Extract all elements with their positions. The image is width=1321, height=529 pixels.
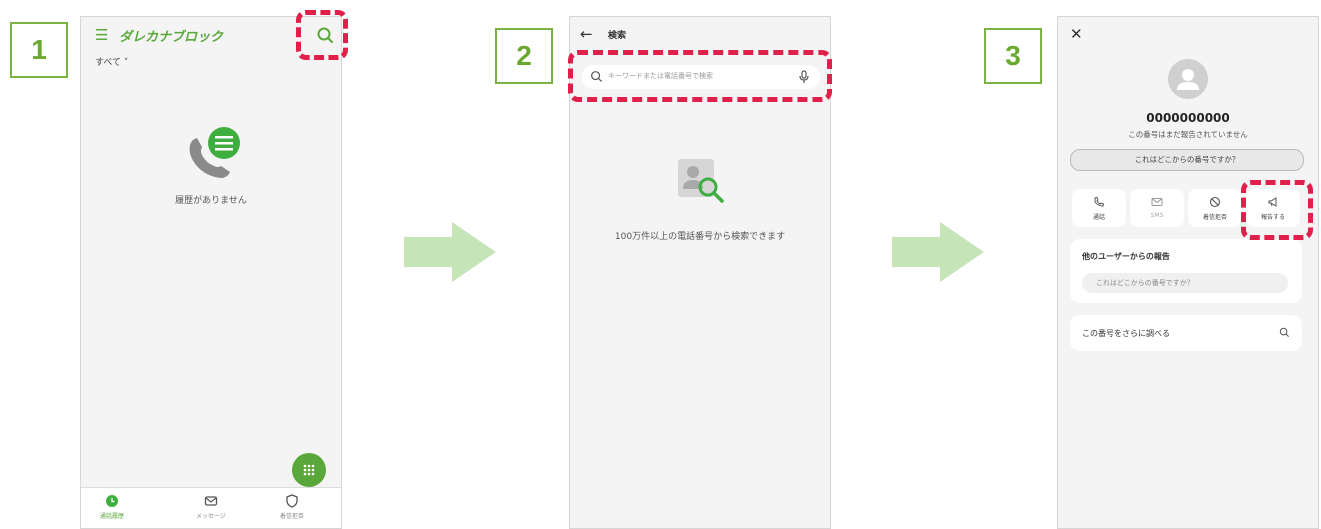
sms-action[interactable]: SMS	[1130, 189, 1184, 227]
block-label: 着信拒否	[1202, 214, 1227, 221]
highlight-search-bar	[568, 50, 832, 102]
back-arrow-icon[interactable]: ←	[580, 25, 593, 43]
screen-number-detail: ✕ 0000000000 この番号はまだ報告されていません これはどこからの番号…	[1057, 16, 1319, 529]
mail-icon	[1151, 198, 1163, 206]
step-number-2: 2	[495, 28, 553, 84]
report-status: この番号はまだ報告されていません	[1128, 130, 1248, 139]
step-number-3: 3	[984, 28, 1042, 84]
nav-label-block: 着信拒否	[279, 513, 304, 520]
other-reports-card: 他のユーザーからの報告 これはどこからの番号ですか？	[1070, 239, 1302, 303]
block-icon	[1209, 196, 1221, 208]
page-title: 検索	[608, 31, 627, 41]
highlight-search-button	[296, 10, 348, 60]
sms-label: SMS	[1150, 212, 1164, 219]
step-number-1: 1	[10, 22, 68, 78]
nav-item-block[interactable]: 着信拒否	[262, 494, 322, 520]
lookup-card[interactable]: この番号をさらに調べる	[1070, 315, 1302, 351]
app-brand: ダレカナブロック	[119, 30, 224, 45]
close-icon[interactable]: ✕	[1070, 25, 1083, 43]
contact-search-icon	[678, 159, 724, 203]
arrow-right-icon	[404, 222, 496, 282]
where-from-button[interactable]: これはどこからの番号ですか？	[1070, 149, 1304, 171]
phone-number: 0000000000	[1146, 111, 1230, 125]
empty-history-text: 履歴がありません	[175, 196, 247, 206]
other-reports-input[interactable]: これはどこからの番号ですか？	[1082, 273, 1288, 293]
highlight-report-button	[1241, 180, 1313, 240]
bottom-navigation: 通話履歴 メッセージ 着信拒否	[81, 487, 341, 528]
search-icon	[1279, 327, 1289, 337]
screen-call-history: ☰ ダレカナブロック すべて ˅ 履歴がありません 通話履歴 メッセージ 着信拒…	[80, 16, 342, 529]
nav-item-call-history[interactable]: 通話履歴	[82, 494, 142, 520]
block-action[interactable]: 着信拒否	[1188, 189, 1242, 227]
phone-icon	[1094, 196, 1105, 207]
other-reports-title: 他のユーザーからの報告	[1082, 252, 1170, 261]
search-description: 100万件以上の電話番号から検索できます	[614, 232, 786, 242]
lookup-label: この番号をさらに調べる	[1082, 329, 1170, 338]
filter-dropdown[interactable]: すべて ˅	[95, 55, 128, 68]
arrow-right-icon	[892, 222, 984, 282]
nav-item-messages[interactable]: メッセージ	[181, 494, 241, 520]
call-label: 通話	[1092, 214, 1105, 221]
nav-label-call-history: 通話履歴	[99, 513, 124, 520]
dialpad-icon	[303, 464, 315, 476]
avatar	[1168, 59, 1208, 99]
nav-label-messages: メッセージ	[196, 513, 226, 520]
menu-icon[interactable]: ☰	[95, 26, 108, 44]
clock-icon	[106, 495, 118, 507]
dialpad-button[interactable]	[292, 453, 326, 487]
phone-message-icon	[189, 127, 240, 178]
call-action[interactable]: 通話	[1072, 189, 1126, 227]
shield-icon	[286, 494, 298, 508]
message-icon	[204, 496, 218, 506]
